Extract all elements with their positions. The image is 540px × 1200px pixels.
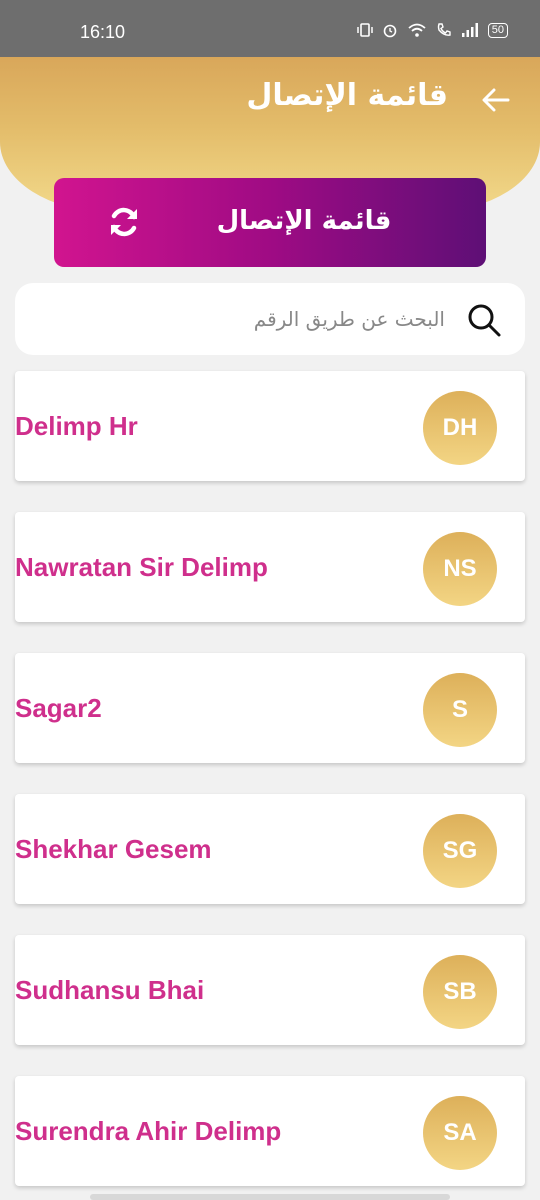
wifi-icon <box>408 23 426 37</box>
call-icon <box>437 23 451 36</box>
status-time: 16:10 <box>80 22 126 42</box>
contact-name: Shekhar Gesem <box>15 834 212 864</box>
avatar: SG <box>423 814 497 888</box>
search-bar <box>15 283 525 355</box>
banner-title: قائمة الإتصال <box>216 206 392 236</box>
status-bar: 16:10 50 <box>0 0 540 57</box>
avatar: SA <box>423 1096 497 1170</box>
refresh-icon <box>111 207 137 237</box>
contact-card[interactable]: Surendra Ahir Delimp SA <box>15 1076 525 1186</box>
contact-name: Nawratan Sir Delimp <box>15 552 268 582</box>
search-input[interactable] <box>45 301 445 337</box>
page-title: قائمة الإتصال <box>246 78 448 113</box>
contact-name: Surendra Ahir Delimp <box>15 1116 282 1146</box>
vibrate-icon <box>357 23 373 37</box>
contact-card[interactable]: Sagar2 S <box>15 653 525 763</box>
avatar: SB <box>423 955 497 1029</box>
contact-card[interactable]: Nawratan Sir Delimp NS <box>15 512 525 622</box>
avatar: NS <box>423 532 497 606</box>
avatar: S <box>423 673 497 747</box>
refresh-button[interactable] <box>104 202 144 242</box>
contact-card[interactable]: Shekhar Gesem SG <box>15 794 525 904</box>
contact-name: Sudhansu Bhai <box>15 975 205 1005</box>
alarm-icon <box>383 24 397 38</box>
battery-icon: 50 <box>487 22 508 38</box>
contact-list-banner: قائمة الإتصال <box>54 178 486 267</box>
contact-name: Sagar2 <box>15 693 102 723</box>
status-icons: 50 <box>357 22 508 38</box>
back-button[interactable] <box>476 80 516 120</box>
signal-icon <box>461 23 478 37</box>
contact-name: Delimp Hr <box>15 411 138 441</box>
navigation-handle[interactable] <box>90 1194 450 1200</box>
avatar: DH <box>423 391 497 465</box>
arrow-left-icon <box>482 88 510 112</box>
contact-card[interactable]: Sudhansu Bhai SB <box>15 935 525 1045</box>
search-icon[interactable] <box>465 301 503 339</box>
contact-card[interactable]: Delimp Hr DH <box>15 371 525 481</box>
